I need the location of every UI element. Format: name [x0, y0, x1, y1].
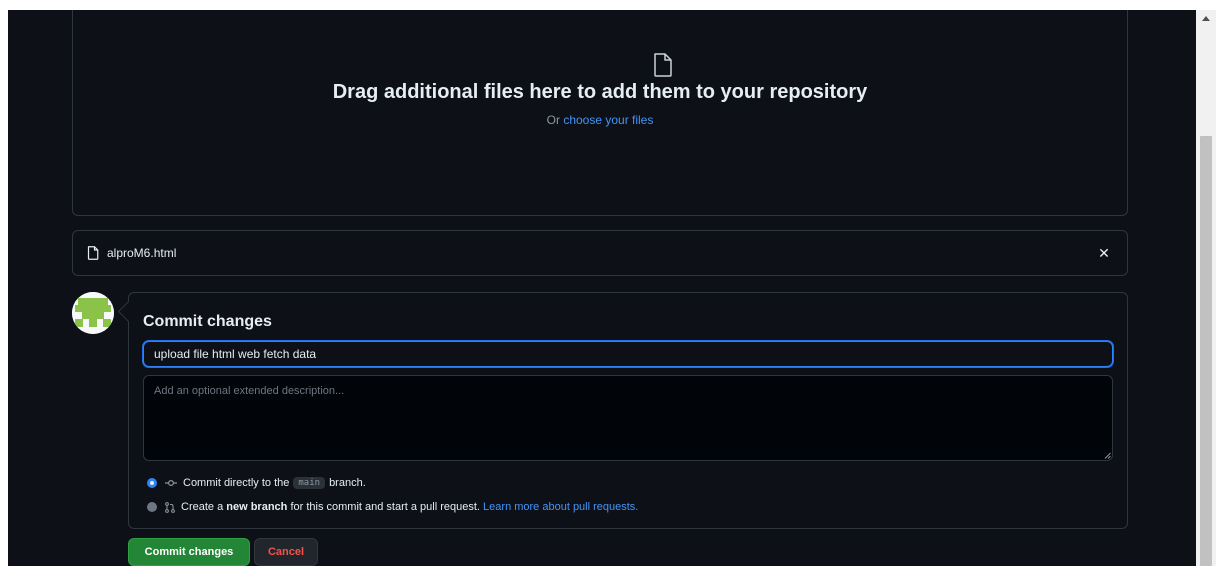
page-viewport: Drag additional files here to add them t…: [8, 10, 1196, 566]
radio-commit-direct[interactable]: [147, 478, 157, 488]
uploaded-file-row: alproM6.html ✕: [72, 230, 1128, 276]
new-branch-option[interactable]: Create a new branch for this commit and …: [147, 501, 638, 513]
new-branch-text-suffix: for this commit and start a pull request…: [290, 501, 480, 513]
branch-name-badge: main: [293, 477, 326, 489]
commit-form-title: Commit changes: [143, 313, 272, 330]
close-icon: ✕: [1098, 244, 1110, 261]
commit-description-input[interactable]: [143, 375, 1113, 461]
identicon-image: [72, 292, 114, 334]
or-text: Or: [546, 113, 564, 127]
drop-zone-title: Drag additional files here to add them t…: [332, 81, 868, 103]
new-branch-bold: new branch: [226, 501, 288, 513]
file-icon: [654, 53, 672, 77]
vertical-scrollbar[interactable]: [1196, 10, 1216, 566]
git-commit-icon: [165, 479, 177, 487]
file-drop-zone[interactable]: Drag additional files here to add them t…: [72, 10, 1128, 216]
commit-direct-text: Commit directly to the: [183, 477, 290, 489]
radio-new-branch[interactable]: [147, 502, 157, 512]
file-icon: [87, 246, 99, 260]
commit-changes-button[interactable]: Commit changes: [128, 538, 250, 566]
scrollbar-thumb[interactable]: [1200, 136, 1212, 566]
drop-zone-subtitle: Or choose your files: [73, 113, 1127, 127]
commit-direct-option[interactable]: Commit directly to the main branch.: [147, 477, 366, 489]
remove-file-button[interactable]: ✕: [1095, 244, 1113, 262]
scroll-up-button[interactable]: [1196, 10, 1216, 27]
commit-form: Commit changes Commit directly to the ma…: [128, 292, 1128, 529]
new-branch-text-prefix: Create a: [181, 501, 224, 513]
commit-direct-suffix: branch.: [329, 477, 366, 489]
learn-more-pull-requests-link[interactable]: Learn more about pull requests.: [483, 501, 638, 513]
avatar[interactable]: [72, 292, 114, 334]
choose-files-link[interactable]: choose your files: [563, 113, 653, 127]
resize-grip-icon[interactable]: [1104, 452, 1111, 459]
arrow-up-icon: [1202, 16, 1210, 21]
uploaded-file-name: alproM6.html: [107, 246, 177, 260]
commit-summary-input[interactable]: [143, 341, 1113, 367]
cancel-button[interactable]: Cancel: [254, 538, 318, 566]
git-pull-request-icon: [165, 501, 175, 513]
